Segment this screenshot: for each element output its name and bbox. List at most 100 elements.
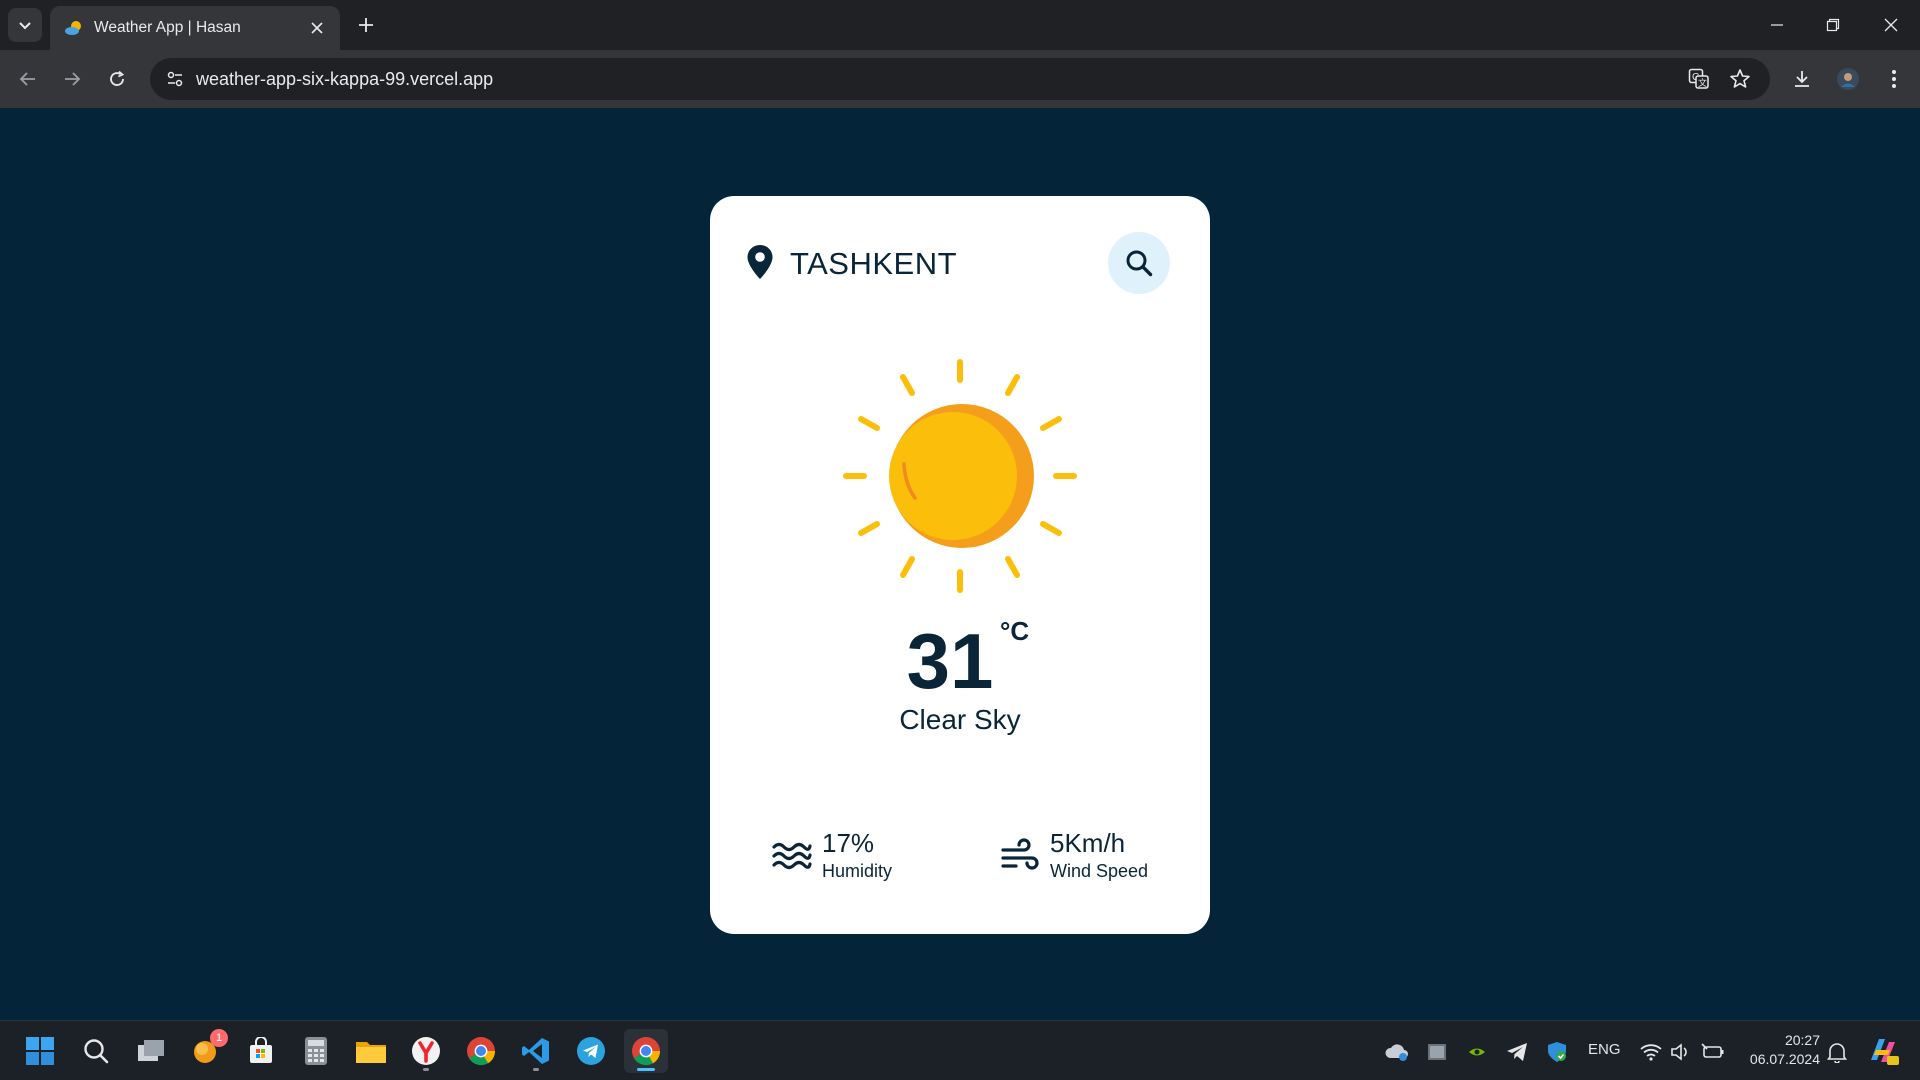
tray-wifi[interactable] — [1638, 1039, 1664, 1065]
taskbar-app-telegram[interactable] — [569, 1029, 613, 1073]
sun-icon — [843, 359, 1077, 593]
input-language[interactable]: ENG — [1588, 1041, 1621, 1058]
weather-favicon-icon — [65, 21, 81, 35]
tab-close-button[interactable] — [306, 17, 328, 39]
avatar — [1837, 68, 1859, 90]
plus-icon — [359, 18, 373, 32]
restore-button[interactable] — [1818, 10, 1848, 40]
arrow-left-icon — [19, 72, 35, 86]
profile-button[interactable] — [1832, 63, 1864, 95]
weather-card: TASHKENT 31 °C Clear Sky 17% Humidity 5K… — [710, 196, 1210, 934]
search-icon — [84, 1039, 109, 1064]
tray-security[interactable] — [1544, 1039, 1570, 1065]
taskbar-app-vscode[interactable] — [514, 1029, 558, 1073]
battery-icon — [1701, 1043, 1724, 1058]
tray-onedrive[interactable] — [1384, 1039, 1410, 1065]
yandex-browser-icon — [412, 1037, 440, 1065]
clock-time: 20:27 — [1784, 1032, 1820, 1048]
speaker-icon — [1671, 1043, 1687, 1061]
window-close-button[interactable] — [1876, 10, 1906, 40]
reload-icon — [110, 70, 125, 86]
taskbar-app-store[interactable] — [239, 1029, 283, 1073]
running-indicator — [533, 1068, 539, 1071]
arrow-right-icon — [65, 72, 81, 86]
browser-tab-bar: Weather App | Hasan — [0, 0, 1920, 50]
copilot-icon — [1871, 1039, 1899, 1065]
site-info-button[interactable] — [160, 64, 190, 94]
temperature-unit: °C — [1000, 616, 1030, 646]
taskbar-app-yandex[interactable] — [404, 1029, 448, 1073]
humidity-label: Humidity — [822, 861, 893, 881]
forward-button[interactable] — [56, 63, 88, 95]
new-tab-button[interactable] — [352, 11, 380, 39]
task-view-icon — [138, 1040, 164, 1061]
page-background: TASHKENT 31 °C Clear Sky 17% Humidity 5K… — [0, 108, 1920, 1020]
wind-value: 5Km/h — [1050, 828, 1126, 858]
city-name: TASHKENT — [790, 246, 958, 281]
downloads-button[interactable] — [1786, 63, 1818, 95]
wifi-icon — [1640, 1044, 1662, 1061]
tray-nvidia[interactable] — [1464, 1039, 1490, 1065]
svg-text:文: 文 — [1698, 77, 1707, 88]
translate-button[interactable]: G文 — [1684, 64, 1714, 94]
telegram-icon — [577, 1037, 605, 1065]
nvidia-icon — [1469, 1048, 1485, 1056]
browser-tab-active[interactable]: Weather App | Hasan — [50, 6, 340, 50]
bell-icon — [1827, 1043, 1847, 1063]
notification-badge: 1 — [210, 1029, 228, 1047]
address-bar[interactable]: weather-app-six-kappa-99.vercel.app G文 — [150, 58, 1770, 100]
tray-volume[interactable] — [1668, 1039, 1694, 1065]
download-icon — [1795, 71, 1809, 87]
task-view-button[interactable] — [129, 1029, 173, 1073]
copilot-button[interactable] — [1866, 1034, 1900, 1068]
wind-icon — [1001, 838, 1039, 870]
weather-condition: Clear Sky — [899, 704, 1021, 735]
taskbar-clock[interactable]: 20:27 06.07.2024 — [1740, 1031, 1820, 1069]
browser-menu-button[interactable] — [1878, 63, 1910, 95]
tray-screen[interactable] — [1424, 1039, 1450, 1065]
clock-date: 06.07.2024 — [1749, 1051, 1820, 1067]
minimize-button[interactable] — [1762, 10, 1792, 40]
taskbar-app-chrome[interactable] — [459, 1029, 503, 1073]
humidity-waves-icon — [772, 842, 812, 870]
active-indicator — [637, 1068, 655, 1071]
chrome-icon — [467, 1037, 496, 1066]
tab-search-button[interactable] — [8, 8, 42, 42]
url-text[interactable]: weather-app-six-kappa-99.vercel.app — [196, 69, 493, 90]
tab-title: Weather App | Hasan — [94, 19, 241, 36]
start-button[interactable] — [18, 1029, 62, 1073]
tray-battery[interactable] — [1700, 1039, 1726, 1065]
folder-icon — [356, 1042, 386, 1063]
humidity-stat: 17% Humidity — [772, 828, 952, 884]
wind-stat: 5Km/h Wind Speed — [1000, 828, 1190, 884]
store-bag-icon — [250, 1037, 272, 1063]
chrome-icon — [632, 1037, 661, 1066]
temperature-value: 31 — [906, 617, 994, 705]
humidity-value: 17% — [822, 828, 875, 858]
reload-button[interactable] — [101, 63, 133, 95]
taskbar: 1 ENG 20:27 06.07.2024 — [0, 1020, 1920, 1080]
taskbar-app-calculator[interactable] — [294, 1029, 338, 1073]
chevron-down-icon — [19, 22, 31, 30]
taskbar-app-file-explorer[interactable] — [349, 1029, 393, 1073]
wind-label: Wind Speed — [1050, 861, 1149, 881]
back-button[interactable] — [12, 63, 44, 95]
tray-telegram[interactable] — [1504, 1039, 1530, 1065]
bookmark-button[interactable] — [1725, 64, 1755, 94]
vscode-icon — [522, 1038, 549, 1064]
notifications-button[interactable] — [1824, 1039, 1850, 1065]
cloud-icon — [1385, 1044, 1408, 1061]
browser-toolbar: weather-app-six-kappa-99.vercel.app G文 — [0, 50, 1920, 108]
restore-icon — [1826, 18, 1840, 32]
taskbar-app-chrome-active[interactable] — [624, 1029, 668, 1073]
close-icon — [311, 22, 323, 34]
star-icon — [1730, 69, 1750, 88]
monitor-icon — [1428, 1044, 1446, 1060]
minimize-icon — [1771, 24, 1783, 26]
running-indicator — [423, 1068, 429, 1071]
close-icon — [1884, 18, 1898, 32]
taskbar-search-button[interactable] — [74, 1029, 118, 1073]
windows-logo-icon — [26, 1037, 54, 1065]
search-button[interactable] — [1108, 232, 1170, 294]
taskbar-app-orange[interactable]: 1 — [184, 1029, 228, 1073]
